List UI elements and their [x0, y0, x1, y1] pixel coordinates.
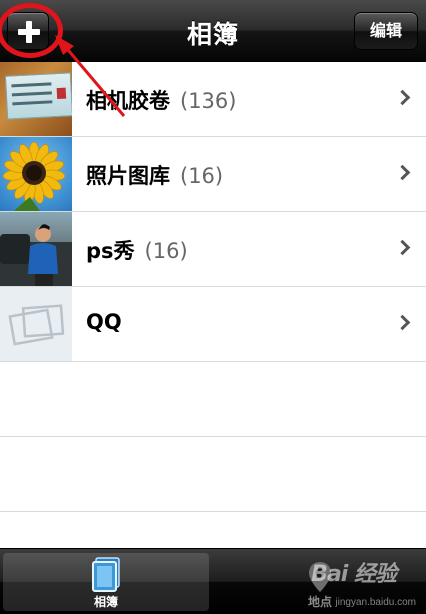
album-name: QQ [86, 310, 122, 334]
album-label: ps秀 (16) [86, 235, 188, 265]
watermark-url: jingyan.baidu.com [335, 597, 416, 608]
album-thumbnail [0, 212, 72, 286]
album-list: 相机胶卷 (136) 照片图库 (16) ps秀 (16) QQ [0, 62, 426, 512]
album-label: 相机胶卷 (136) [86, 85, 236, 115]
album-name: 照片图库 [86, 164, 170, 188]
navigation-bar: 相簿 编辑 [0, 0, 426, 62]
empty-list-row [0, 362, 426, 437]
edit-button[interactable]: 编辑 [354, 12, 418, 50]
album-name: ps秀 [86, 239, 135, 263]
album-thumbnail [0, 137, 72, 211]
album-thumbnail [0, 287, 72, 361]
tab-label: 相簿 [93, 595, 118, 609]
album-label: 照片图库 (16) [86, 160, 223, 190]
album-row-ps-show[interactable]: ps秀 (16) [0, 212, 426, 287]
empty-list-row [0, 437, 426, 512]
chevron-right-icon [394, 239, 411, 256]
watermark-logo: Bai 经验 [311, 562, 397, 587]
chevron-right-icon [394, 314, 411, 331]
album-thumbnail [0, 62, 72, 136]
album-row-qq[interactable]: QQ [0, 287, 426, 362]
album-row-photo-library[interactable]: 照片图库 (16) [0, 137, 426, 212]
album-row-camera-roll[interactable]: 相机胶卷 (136) [0, 62, 426, 137]
album-count: (136) [180, 89, 237, 113]
album-icon [92, 557, 120, 592]
chevron-right-icon [394, 89, 411, 106]
album-name: 相机胶卷 [86, 89, 170, 113]
album-count: (16) [180, 164, 224, 188]
chevron-right-icon [394, 164, 411, 181]
album-label: QQ [86, 310, 122, 334]
album-count: (16) [144, 239, 188, 263]
tab-albums[interactable]: 相簿 [3, 553, 209, 611]
